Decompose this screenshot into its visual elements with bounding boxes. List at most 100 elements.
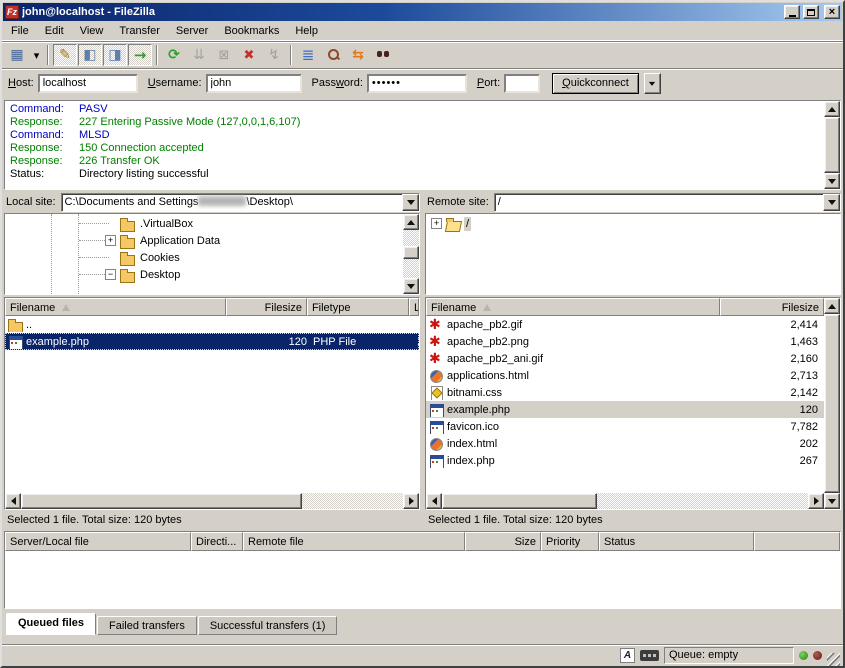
file-row[interactable]: index.html 202: [426, 435, 824, 452]
menu-help[interactable]: Help: [287, 23, 326, 39]
remote-list-hscrollbar[interactable]: [426, 493, 824, 509]
synchronized-browsing-button[interactable]: [346, 44, 370, 66]
file-row[interactable]: favicon.ico 7,782: [426, 418, 824, 435]
remote-site-dropdown[interactable]: [823, 194, 840, 211]
port-input[interactable]: [504, 74, 540, 93]
tree-expander[interactable]: [105, 235, 116, 246]
speed-limits-icon[interactable]: [640, 650, 659, 661]
column-filesize[interactable]: Filesize: [720, 298, 824, 316]
find-files-button[interactable]: [371, 44, 395, 66]
scrollbar-thumb[interactable]: [21, 493, 302, 509]
menu-file[interactable]: File: [3, 23, 37, 39]
reconnect-button[interactable]: [262, 44, 286, 66]
local-tree-scrollbar[interactable]: [403, 214, 419, 294]
column-server-local-file[interactable]: Server/Local file: [5, 532, 191, 551]
tree-item-desktop[interactable]: Desktop: [5, 266, 403, 283]
queue-list-empty: [5, 551, 840, 608]
scrollbar-thumb[interactable]: [824, 314, 840, 493]
scroll-left-button[interactable]: [426, 493, 442, 509]
column-direction[interactable]: Directi...: [191, 532, 243, 551]
toggle-remote-tree-button[interactable]: [103, 44, 127, 66]
scroll-down-button[interactable]: [824, 493, 840, 509]
scroll-down-button[interactable]: [403, 278, 419, 294]
filename-filters-button[interactable]: [296, 44, 320, 66]
column-size[interactable]: Size: [465, 532, 541, 551]
menu-view[interactable]: View: [72, 23, 112, 39]
file-row[interactable]: apache_pb2_ani.gif 2,160: [426, 350, 824, 367]
column-filename[interactable]: Filename: [5, 298, 226, 316]
remote-list-vscrollbar[interactable]: [824, 298, 840, 509]
site-manager-dropdown[interactable]: [30, 44, 43, 66]
scrollbar-thumb[interactable]: [442, 493, 597, 509]
scroll-up-button[interactable]: [824, 101, 840, 117]
host-input[interactable]: [38, 74, 138, 93]
scroll-up-button[interactable]: [824, 298, 840, 314]
file-row[interactable]: bitnami.css 2,142: [426, 384, 824, 401]
local-list-hscrollbar[interactable]: [5, 493, 419, 509]
cancel-operation-button[interactable]: [212, 44, 236, 66]
scroll-right-button[interactable]: [808, 493, 824, 509]
quickconnect-dropdown[interactable]: [644, 73, 661, 94]
column-filetype[interactable]: Filetype: [307, 298, 409, 316]
toolbar-separator[interactable]: [156, 45, 158, 65]
file-row[interactable]: applications.html 2,713: [426, 367, 824, 384]
disconnect-button[interactable]: [237, 44, 261, 66]
resize-grip[interactable]: [827, 653, 840, 666]
tab-queued-files[interactable]: Queued files: [6, 613, 96, 635]
tree-item-virtualbox[interactable]: .VirtualBox: [5, 215, 403, 232]
minimize-button[interactable]: [784, 5, 800, 19]
tab-failed-transfers[interactable]: Failed transfers: [97, 616, 197, 635]
file-row[interactable]: example.php 120 PHP File 1: [5, 333, 419, 350]
quickconnect-button[interactable]: Quickconnect: [552, 73, 639, 94]
file-row[interactable]: index.php 267: [426, 452, 824, 469]
file-row[interactable]: ..: [5, 316, 419, 333]
column-priority[interactable]: Priority: [541, 532, 599, 551]
tab-successful-transfers[interactable]: Successful transfers (1): [198, 616, 338, 635]
tree-expander[interactable]: [431, 218, 442, 229]
scrollbar-thumb[interactable]: [403, 246, 419, 259]
menu-edit[interactable]: Edit: [37, 23, 72, 39]
directory-comparison-button[interactable]: [321, 44, 345, 66]
file-row[interactable]: example.php 120: [426, 401, 824, 418]
menu-bookmarks[interactable]: Bookmarks: [216, 23, 287, 39]
local-site-combobox[interactable]: C:\Documents and Settings\Desktop\: [61, 193, 420, 212]
scroll-left-button[interactable]: [5, 493, 21, 509]
column-filler[interactable]: [754, 532, 840, 551]
scroll-down-button[interactable]: [824, 173, 840, 189]
file-icon: [428, 420, 445, 434]
column-filename[interactable]: Filename: [426, 298, 720, 316]
password-input[interactable]: [367, 74, 467, 93]
scroll-up-button[interactable]: [403, 214, 419, 230]
close-button[interactable]: ×: [824, 5, 840, 19]
column-remote-file[interactable]: Remote file: [243, 532, 465, 551]
toolbar-separator[interactable]: [290, 45, 292, 65]
column-last-modified[interactable]: L: [409, 298, 419, 316]
remote-file-list: Filename Filesize: [425, 297, 841, 510]
tree-item-root[interactable]: /: [426, 215, 840, 232]
file-row[interactable]: apache_pb2.gif 2,414: [426, 316, 824, 333]
file-row[interactable]: apache_pb2.png 1,463: [426, 333, 824, 350]
menu-transfer[interactable]: Transfer: [111, 23, 168, 39]
site-manager-button[interactable]: [5, 44, 29, 66]
menu-server[interactable]: Server: [168, 23, 216, 39]
remote-pane: Remote site: / /: [425, 192, 841, 530]
tree-item-cookies[interactable]: Cookies: [5, 249, 403, 266]
tree-expander[interactable]: [105, 269, 116, 280]
process-queue-button[interactable]: [187, 44, 211, 66]
refresh-button[interactable]: [162, 44, 186, 66]
remote-site-combobox[interactable]: /: [494, 193, 841, 212]
column-status[interactable]: Status: [599, 532, 754, 551]
username-input[interactable]: [206, 74, 302, 93]
column-filesize[interactable]: Filesize: [226, 298, 306, 316]
toggle-local-tree-button[interactable]: [78, 44, 102, 66]
tree-item-application-data[interactable]: Application Data: [5, 232, 403, 249]
maximize-button[interactable]: [803, 5, 819, 19]
toolbar-separator[interactable]: [47, 45, 49, 65]
toggle-message-log-button[interactable]: [53, 44, 77, 66]
scroll-right-button[interactable]: [403, 493, 419, 509]
transfer-type-icon[interactable]: A: [620, 648, 635, 663]
local-site-dropdown[interactable]: [402, 194, 419, 211]
log-scrollbar[interactable]: [824, 101, 840, 189]
scrollbar-thumb[interactable]: [824, 117, 840, 173]
toggle-queue-button[interactable]: [128, 44, 152, 66]
